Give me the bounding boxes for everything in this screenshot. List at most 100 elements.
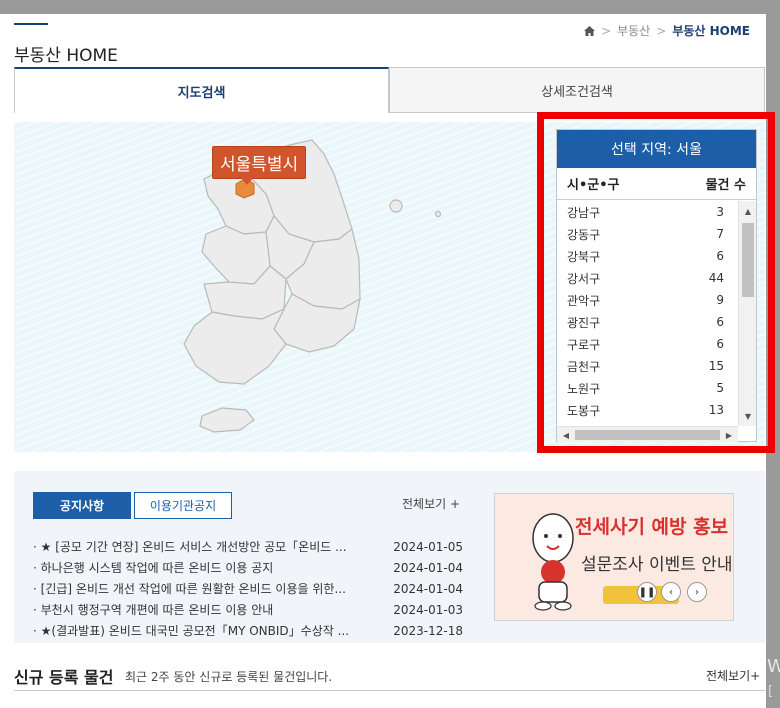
notice-view-all-link[interactable]: 전체보기 +: [402, 495, 460, 512]
title-accent-bar: [14, 23, 48, 25]
region-panel: 선택 지역: 서울 시•군•구 물건 수 강남구 3 강동구 7 강북구 6 강서구 4…: [556, 129, 757, 442]
region-row[interactable]: 강남구 3: [557, 201, 738, 223]
section-divider: [14, 690, 765, 691]
notice-item[interactable]: · [긴급] 온비드 개선 작업에 따른 원활한 온비드 이용을 위한... 20…: [33, 578, 463, 599]
banner-headline: 전세사기 예방 홍보: [575, 516, 729, 538]
count-col-label: 물건 수: [705, 178, 746, 193]
scroll-right-icon[interactable]: ▶: [721, 427, 737, 443]
map-region-jeonnam: [183, 307, 287, 385]
prev-icon[interactable]: ‹: [661, 582, 681, 602]
region-list-vertical-scrollbar[interactable]: ▲ ▼: [738, 201, 756, 426]
region-name: 강서구: [567, 271, 601, 286]
region-row[interactable]: 강서구 44: [557, 267, 738, 289]
region-row[interactable]: 관악구 9: [557, 289, 738, 311]
region-row[interactable]: 강동구 7: [557, 223, 738, 245]
notice-title: · ★ [공모 기간 연장] 온비드 서비스 개선방안 공모「온비드 ...: [33, 540, 347, 554]
notice-item[interactable]: · ★(결과발표) 온비드 대국민 공모전「MY ONBID」수상작 ... 20…: [33, 620, 463, 641]
promo-banner[interactable]: 전세사기 예방 홍보 설문조사 이벤트 안내 ❚❚ ‹ ›: [494, 493, 734, 621]
pause-icon[interactable]: ❚❚: [637, 582, 657, 602]
region-panel-header: 선택 지역: 서울: [557, 130, 756, 168]
notice-title-text: ★(결과발표) 온비드 대국민 공모전「MY ONBID」수상작 ...: [40, 624, 350, 638]
notice-title: · 부천시 행정구역 개편에 따른 온비드 이용 안내: [33, 603, 274, 617]
home-icon[interactable]: [584, 25, 596, 36]
region-col-label: 시•군•구: [567, 178, 620, 193]
map-tooltip: 서울특별시: [212, 146, 307, 185]
new-listings-title: 신규 등록 물건: [14, 668, 114, 687]
search-tabs: 지도검색 상세조건검색: [14, 67, 765, 113]
notice-title-text: [긴급] 온비드 개선 작업에 따른 원활한 온비드 이용을 위한...: [40, 582, 346, 596]
region-name: 도봉구: [567, 403, 601, 418]
region-count: 6: [716, 315, 724, 329]
region-list: 강남구 3 강동구 7 강북구 6 강서구 44 관악구 9 광진구 6 구로구 6 금천구 1…: [557, 201, 738, 426]
region-column-header: 시•군•구 물건 수: [557, 168, 756, 200]
notice-date: 2024-01-04: [393, 581, 463, 596]
page-edge-fragment: [: [768, 684, 774, 699]
notice-item[interactable]: · 하나은행 시스템 작업에 따른 온비드 이용 공지 2024-01-04: [33, 557, 463, 578]
notice-section: 공지사항 이용기관공지 전체보기 + · ★ [공모 기간 연장] 온비드 서비…: [14, 471, 765, 643]
map-region-ulleung: [389, 199, 403, 213]
notice-item[interactable]: · 부천시 행정구역 개편에 따른 온비드 이용 안내 2024-01-03: [33, 599, 463, 620]
map-region-dokdo: [434, 210, 442, 218]
notice-item[interactable]: · ★ [공모 기간 연장] 온비드 서비스 개선방안 공모「온비드 ... 20…: [33, 536, 463, 557]
breadcrumb-separator: >: [656, 23, 667, 38]
map-region-chungnam: [201, 225, 271, 285]
page-title: 부동산 HOME: [14, 46, 118, 66]
region-row[interactable]: 구로구 6: [557, 333, 738, 355]
next-icon[interactable]: ›: [687, 582, 707, 602]
region-name: 광진구: [567, 315, 601, 330]
region-count: 15: [708, 359, 724, 373]
breadcrumb-separator: >: [601, 23, 612, 38]
tab-detail-search[interactable]: 상세조건검색: [389, 67, 765, 113]
notice-list: · ★ [공모 기간 연장] 온비드 서비스 개선방안 공모「온비드 ... 20…: [33, 536, 463, 641]
scrollbar-thumb[interactable]: [742, 223, 754, 297]
region-name: 관악구: [567, 293, 601, 308]
mascot-icon: [532, 513, 574, 611]
banner-subline: 설문조사 이벤트 안내: [581, 555, 733, 575]
region-row[interactable]: 도봉구 13: [557, 399, 738, 421]
notice-date: 2024-01-04: [393, 560, 463, 575]
breadcrumb: > 부동산 > 부동산 HOME: [584, 22, 750, 39]
page-edge-fragment: W: [767, 656, 780, 677]
notice-title-text: 하나은행 시스템 작업에 따른 온비드 이용 공지: [40, 561, 274, 575]
scroll-down-icon[interactable]: ▼: [739, 408, 757, 424]
region-count: 7: [716, 227, 724, 241]
region-count: 6: [716, 249, 724, 263]
scrollbar-thumb[interactable]: [575, 430, 720, 440]
region-name: 금천구: [567, 359, 601, 374]
notice-date: 2024-01-05: [393, 539, 463, 554]
region-count: 9: [716, 293, 724, 307]
region-row[interactable]: 노원구 5: [557, 377, 738, 399]
notice-title-text: 부천시 행정구역 개편에 따른 온비드 이용 안내: [40, 603, 274, 617]
notice-title-text: ★ [공모 기간 연장] 온비드 서비스 개선방안 공모「온비드 ...: [40, 540, 347, 554]
region-name: 강남구: [567, 205, 601, 220]
region-count: 3: [716, 205, 724, 219]
breadcrumb-item[interactable]: 부동산: [617, 22, 650, 39]
region-list-horizontal-scrollbar[interactable]: ◀ ▶: [557, 426, 738, 442]
region-name: 구로구: [567, 337, 601, 352]
region-row[interactable]: 강북구 6: [557, 245, 738, 267]
notice-title: · 하나은행 시스템 작업에 따른 온비드 이용 공지: [33, 561, 274, 575]
region-count: 6: [716, 337, 724, 351]
region-count: 13: [708, 403, 724, 417]
tab-notices[interactable]: 공지사항: [33, 492, 131, 519]
notice-tabs: 공지사항 이용기관공지: [33, 492, 232, 519]
notice-title: · ★(결과발표) 온비드 대국민 공모전「MY ONBID」수상작 ...: [33, 624, 350, 638]
new-listings-view-all-link[interactable]: 전체보기+: [706, 667, 760, 684]
korea-map[interactable]: [174, 134, 474, 449]
notice-date: 2023-12-18: [393, 623, 463, 638]
notice-date: 2024-01-03: [393, 602, 463, 617]
notice-title: · [긴급] 온비드 개선 작업에 따른 원활한 온비드 이용을 위한...: [33, 582, 346, 596]
region-count: 5: [716, 381, 724, 395]
region-name: 강북구: [567, 249, 601, 264]
region-count: 44: [708, 271, 724, 285]
region-row[interactable]: 금천구 15: [557, 355, 738, 377]
scroll-up-icon[interactable]: ▲: [739, 203, 757, 219]
region-name: 노원구: [567, 381, 601, 396]
tab-agency-notices[interactable]: 이용기관공지: [134, 492, 232, 519]
region-name: 강동구: [567, 227, 601, 242]
map-region-jeju: [199, 407, 255, 433]
region-row[interactable]: 광진구 6: [557, 311, 738, 333]
breadcrumb-current: 부동산 HOME: [672, 24, 750, 38]
scroll-left-icon[interactable]: ◀: [558, 427, 574, 443]
tab-map-search[interactable]: 지도검색: [14, 67, 389, 113]
